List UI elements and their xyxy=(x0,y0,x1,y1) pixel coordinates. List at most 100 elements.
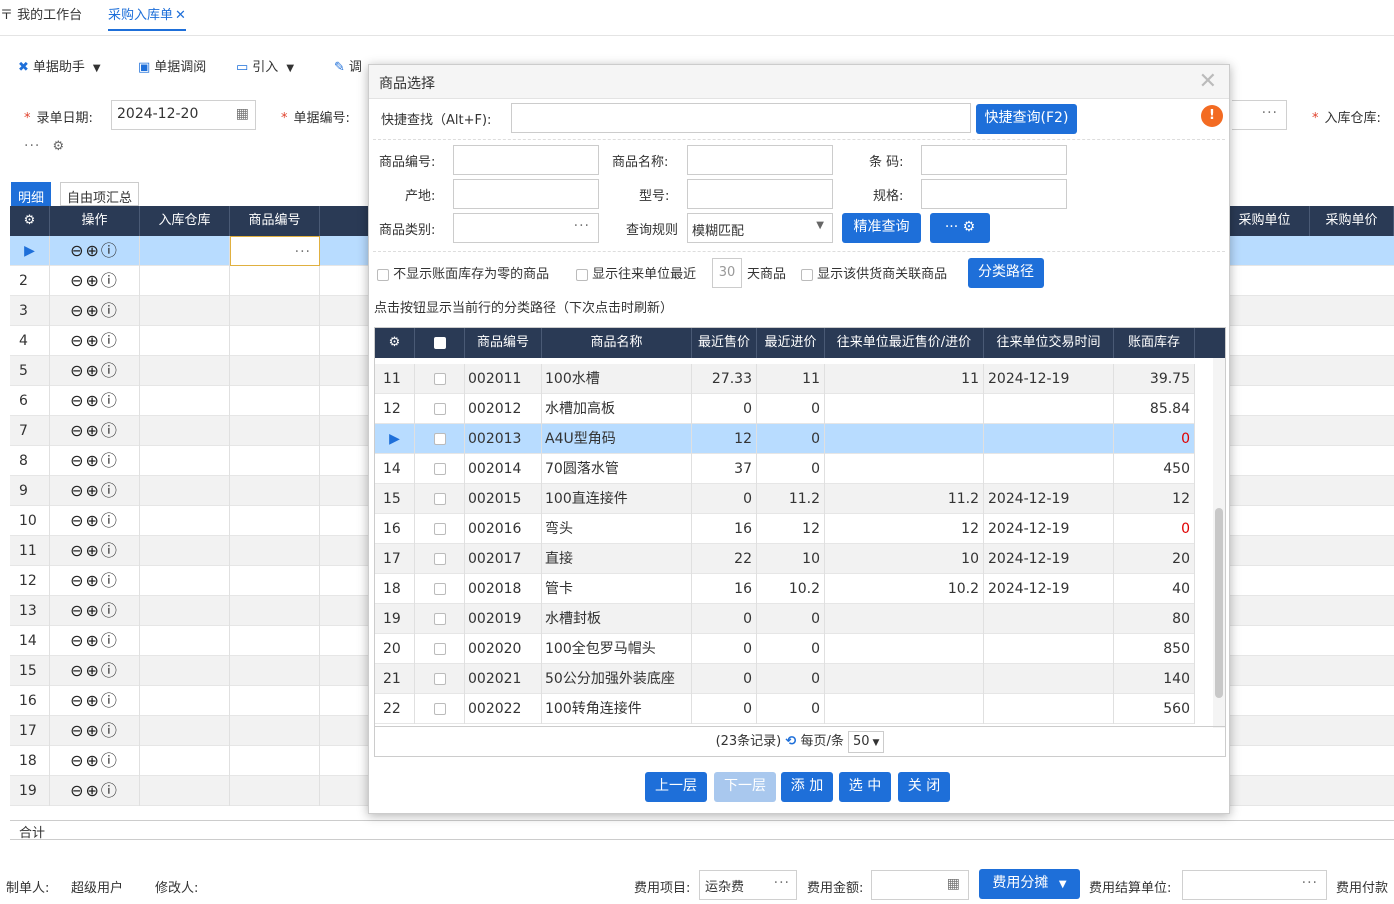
up-level-button[interactable]: 上一层 xyxy=(645,772,707,802)
cell-product-code[interactable] xyxy=(230,746,320,776)
cell-warehouse[interactable] xyxy=(140,506,230,536)
more-icon[interactable]: ··· xyxy=(1262,105,1278,121)
row-checkbox[interactable] xyxy=(415,694,465,724)
remove-row-icon[interactable]: ⊖ xyxy=(70,541,85,560)
select-all-checkbox[interactable] xyxy=(415,328,465,358)
checkbox[interactable] xyxy=(576,268,588,281)
row-checkbox[interactable] xyxy=(415,424,465,454)
list-item[interactable]: 11 002011 100水槽 27.33 11 11 2024-12-19 39.75 xyxy=(375,364,1195,394)
cell-warehouse[interactable] xyxy=(140,446,230,476)
close-icon[interactable]: ✕ xyxy=(175,8,186,23)
info-icon[interactable]: ⓘ xyxy=(101,511,119,530)
model-input[interactable] xyxy=(687,179,833,209)
row-checkbox[interactable] xyxy=(415,514,465,544)
down-level-button[interactable]: 下一层 xyxy=(714,772,776,802)
fee-split-button[interactable]: 费用分摊 ▼ xyxy=(979,869,1080,899)
gear-icon[interactable]: ⚙ xyxy=(375,328,415,358)
row-checkbox[interactable] xyxy=(415,484,465,514)
list-item[interactable]: ▶ 002013 A4U型角码 12 0 0 xyxy=(375,424,1195,454)
checkbox[interactable] xyxy=(377,268,389,281)
add-row-icon[interactable]: ⊕ xyxy=(85,511,100,530)
more-icon[interactable]: ··· xyxy=(24,138,40,154)
remove-row-icon[interactable]: ⊖ xyxy=(70,451,85,470)
list-item[interactable]: 12 002012 水槽加高板 0 0 85.84 xyxy=(375,394,1195,424)
info-icon[interactable]: ⓘ xyxy=(101,661,119,680)
list-item[interactable]: 14 002014 70圆落水管 37 0 450 xyxy=(375,454,1195,484)
origin-input[interactable] xyxy=(453,179,599,209)
cell-warehouse[interactable] xyxy=(140,596,230,626)
info-icon[interactable]: ⓘ xyxy=(101,541,119,560)
scrollbar-thumb[interactable] xyxy=(1215,508,1223,698)
name-input[interactable] xyxy=(687,145,833,175)
cell-product-code[interactable] xyxy=(230,716,320,746)
fee-unit-field[interactable]: ··· xyxy=(1182,870,1327,900)
cell-product-code[interactable] xyxy=(230,386,320,416)
cell-warehouse[interactable] xyxy=(140,746,230,776)
cell-product-code[interactable] xyxy=(230,536,320,566)
opt-supplier-related[interactable]: 显示该供货商关联商品 xyxy=(801,263,947,282)
row-checkbox[interactable] xyxy=(415,364,465,394)
quick-search-input[interactable] xyxy=(511,103,971,133)
remove-row-icon[interactable]: ⊖ xyxy=(70,481,85,500)
list-item[interactable]: 22 002022 100转角连接件 0 0 560 xyxy=(375,694,1195,724)
category-path-button[interactable]: 分类路径 xyxy=(968,258,1044,288)
more-icon[interactable]: ··· xyxy=(295,237,311,267)
list-item[interactable]: 17 002017 直接 22 10 10 2024-12-19 20 xyxy=(375,544,1195,574)
doc-no-field-end[interactable]: ··· xyxy=(1232,100,1287,130)
info-icon[interactable]: ⓘ xyxy=(101,571,119,590)
cell-product-code[interactable] xyxy=(230,326,320,356)
info-icon[interactable]: ⓘ xyxy=(101,361,119,380)
list-item[interactable]: 19 002019 水槽封板 0 0 80 xyxy=(375,604,1195,634)
add-row-icon[interactable]: ⊕ xyxy=(85,331,100,350)
cell-product-code[interactable] xyxy=(230,626,320,656)
list-item[interactable]: 18 002018 管卡 16 10.2 10.2 2024-12-19 40 xyxy=(375,574,1195,604)
quick-search-button[interactable]: 快捷查询(F2) xyxy=(976,104,1077,134)
close-icon[interactable]: ✕ xyxy=(1199,69,1217,94)
cell-product-code[interactable] xyxy=(230,686,320,716)
info-icon[interactable]: ⓘ xyxy=(101,331,119,350)
cell-warehouse[interactable] xyxy=(140,656,230,686)
rule-select[interactable]: 模糊匹配 ▼ xyxy=(687,213,833,243)
cell-warehouse[interactable] xyxy=(140,386,230,416)
cell-warehouse[interactable] xyxy=(140,356,230,386)
add-row-icon[interactable]: ⊕ xyxy=(85,601,100,620)
row-checkbox[interactable] xyxy=(415,664,465,694)
cell-warehouse[interactable] xyxy=(140,686,230,716)
add-row-icon[interactable]: ⊕ xyxy=(85,721,100,740)
more-icon[interactable]: ··· xyxy=(574,218,590,234)
add-button[interactable]: 添 加 xyxy=(781,772,833,802)
more-icon[interactable]: ··· xyxy=(1302,875,1318,891)
remove-row-icon[interactable]: ⊖ xyxy=(70,361,85,380)
cell-warehouse[interactable] xyxy=(140,536,230,566)
row-checkbox[interactable] xyxy=(415,394,465,424)
add-row-icon[interactable]: ⊕ xyxy=(85,361,100,380)
info-icon[interactable]: ⓘ xyxy=(101,721,119,740)
spec-input[interactable] xyxy=(921,179,1067,209)
opt-hide-zero[interactable]: 不显示账面库存为零的商品 xyxy=(377,263,549,282)
remove-row-icon[interactable]: ⊖ xyxy=(70,391,85,410)
info-icon[interactable]: ⓘ xyxy=(101,451,119,470)
list-item[interactable]: 20 002020 100全包罗马帽头 0 0 850 xyxy=(375,634,1195,664)
cell-product-code[interactable] xyxy=(230,566,320,596)
add-row-icon[interactable]: ⊕ xyxy=(85,301,100,320)
calculator-icon[interactable]: ▦ xyxy=(947,876,960,892)
warning-icon[interactable]: ! xyxy=(1201,105,1223,127)
remove-row-icon[interactable]: ⊖ xyxy=(70,751,85,770)
cell-warehouse[interactable] xyxy=(140,476,230,506)
cell-product-code[interactable] xyxy=(230,266,320,296)
info-icon[interactable]: ⓘ xyxy=(101,751,119,770)
cell-warehouse[interactable] xyxy=(140,326,230,356)
exact-search-button[interactable]: 精准查询 xyxy=(842,213,921,243)
tab-purchase-inbound[interactable]: 采购入库单 ✕ xyxy=(108,4,186,31)
close-button[interactable]: 关 闭 xyxy=(898,772,950,802)
cell-product-code[interactable] xyxy=(230,506,320,536)
adjust-button[interactable]: ✎ 调 xyxy=(334,56,362,75)
add-row-icon[interactable]: ⊕ xyxy=(85,391,100,410)
cell-product-code[interactable] xyxy=(230,296,320,326)
import-button[interactable]: ▭ 引入 ▼ xyxy=(236,56,294,75)
remove-row-icon[interactable]: ⊖ xyxy=(70,571,85,590)
tab-workbench[interactable]: 〒 我的工作台 xyxy=(0,4,82,23)
cell-product-code[interactable] xyxy=(230,596,320,626)
search-options-button[interactable]: ··· ⚙ xyxy=(930,213,990,243)
cell-product-code[interactable] xyxy=(230,656,320,686)
